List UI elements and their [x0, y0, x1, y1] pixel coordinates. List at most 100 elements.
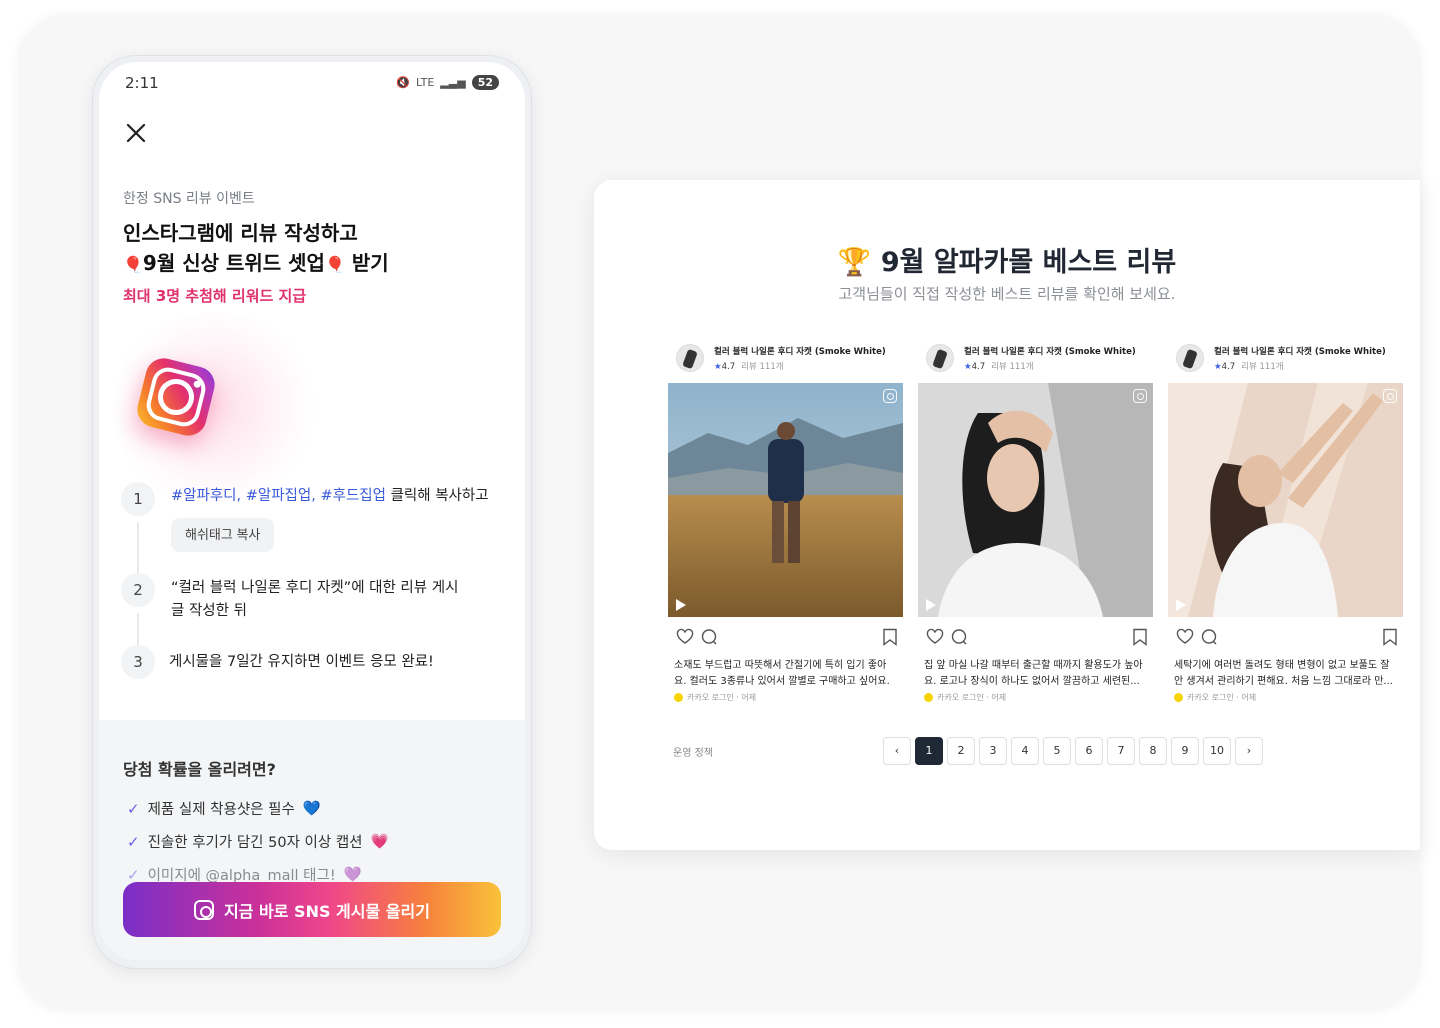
instagram-icon	[1133, 389, 1147, 403]
review-meta: 카카오 로그인 · 어제	[674, 692, 756, 703]
bookmark-icon[interactable]	[1132, 628, 1148, 646]
panel-subtitle: 고객님들이 직접 작성한 베스트 리뷰를 확인해 보세요.	[838, 285, 1176, 303]
bookmark-icon[interactable]	[882, 628, 898, 646]
review-author: 카카오 로그인 · 어제	[687, 693, 757, 702]
policy-link[interactable]: 운영 정책	[673, 744, 713, 759]
step-1-suffix: 클릭해 복사하고	[385, 488, 489, 504]
rating-value: 4.7	[1221, 362, 1236, 372]
card-actions	[1176, 628, 1398, 648]
phone-screen: 2:11 🔇 LTE ▂▃▅ 52 한정 SNS 리뷰 이벤트 인스타그램에 리…	[99, 62, 525, 960]
review-line: 집 앞 마실 나갈 때부터 출근할 때까지 활용도가 높아	[924, 660, 1143, 671]
play-icon[interactable]	[1176, 599, 1186, 611]
page-button[interactable]: 4	[1011, 737, 1039, 765]
page-button[interactable]: 8	[1139, 737, 1167, 765]
review-meta: 카카오 로그인 · 어제	[1174, 692, 1256, 703]
trophy-icon: 🏆	[837, 247, 872, 278]
copy-hashtag-button[interactable]: 해쉬태그 복사	[171, 518, 275, 552]
heart-icon: 💗	[370, 834, 389, 850]
close-icon[interactable]	[123, 120, 149, 146]
comment-icon[interactable]	[1200, 628, 1218, 646]
post-sns-button[interactable]: 지금 바로 SNS 게시물 올리기	[123, 882, 501, 937]
review-line: 요. 로고나 장식이 하나도 없어서 깔끔하고 세련된...	[924, 676, 1140, 687]
review-line: 안 생겨서 관리하기 편해요. 처음 느낌 그대로라 만...	[1174, 676, 1393, 687]
headline-line2-end: 받기	[351, 251, 389, 275]
balloon-icon: 🎈	[123, 255, 143, 274]
step-2-text: “컬러 블럭 나일론 후디 자켓”에 대한 리뷰 게시 글 작성한 뒤	[171, 577, 458, 623]
panel-title-text: 9월 알파카몰 베스트 리뷰	[880, 247, 1177, 278]
play-icon[interactable]	[926, 599, 936, 611]
headline-line2: 🎈9월 신상 트위드 셋업🎈 받기	[123, 248, 389, 280]
product-thumbnail	[926, 344, 954, 372]
review-card[interactable]: 컬러 블럭 나일론 후디 자켓 (Smoke White) ★4.7 리뷰 111…	[1168, 342, 1403, 702]
step-2-line2: 글 작성한 뒤	[171, 603, 247, 619]
portrait-photo	[1168, 383, 1403, 617]
page-button[interactable]: 3	[979, 737, 1007, 765]
comment-icon[interactable]	[700, 628, 718, 646]
play-icon[interactable]	[676, 599, 686, 611]
balloon-icon: 🎈	[324, 255, 345, 274]
comment-icon[interactable]	[950, 628, 968, 646]
bookmark-icon[interactable]	[1382, 628, 1398, 646]
heart-icon[interactable]	[926, 628, 944, 646]
pagination: ‹ 1 2 3 4 5 6 7 8 9 10 ›	[883, 737, 1263, 765]
prev-page-button[interactable]: ‹	[883, 737, 911, 765]
review-photo[interactable]	[918, 383, 1153, 617]
review-photo[interactable]	[668, 383, 903, 617]
review-card[interactable]: 컬러 블럭 나일론 후디 자켓 (Smoke White) ★4.7 리뷰 111…	[668, 342, 903, 702]
page-button[interactable]: 1	[915, 737, 943, 765]
battery-level: 52	[471, 75, 499, 90]
signal-icon: ▂▃▅	[440, 76, 466, 89]
product-name[interactable]: 컬러 블럭 나일론 후디 자켓 (Smoke White)	[1214, 345, 1386, 357]
page-button[interactable]: 7	[1107, 737, 1135, 765]
page-button[interactable]: 9	[1171, 737, 1199, 765]
landscape-photo	[668, 383, 903, 617]
page-button[interactable]: 10	[1203, 737, 1231, 765]
review-text: 집 앞 마실 나갈 때부터 출근할 때까지 활용도가 높아 요. 로고나 장식이…	[924, 658, 1149, 690]
tips-title: 당첨 확률을 올리려면?	[123, 760, 276, 779]
step-3-text: 게시물을 7일간 유지하면 이벤트 응모 완료!	[169, 654, 434, 670]
rating-value: 4.7	[971, 362, 986, 372]
step-number: 2	[121, 573, 155, 607]
best-review-panel: 🏆 9월 알파카몰 베스트 리뷰 고객님들이 직접 작성한 베스트 리뷰를 확인…	[594, 180, 1420, 850]
step-1-text: #알파후디, #알파집업, #후드집업 클릭해 복사하고	[171, 485, 489, 508]
check-icon: ✓	[127, 799, 140, 818]
reward-note: 최대 3명 추첨해 리워드 지급	[123, 287, 307, 305]
review-text: 세탁기에 여러번 돌려도 형태 변형이 없고 보풀도 잘 안 생겨서 관리하기 …	[1174, 658, 1399, 690]
step-connector	[137, 613, 139, 645]
heart-icon: 💙	[302, 801, 321, 817]
review-count: 리뷰 111개	[1241, 362, 1284, 372]
step-number: 1	[121, 482, 155, 516]
product-thumbnail	[1176, 344, 1204, 372]
card-header: 컬러 블럭 나일론 후디 자켓 (Smoke White) ★4.7 리뷰 111…	[1168, 342, 1403, 382]
page-button[interactable]: 5	[1043, 737, 1071, 765]
review-meta: 카카오 로그인 · 어제	[924, 692, 1006, 703]
hashtags: #알파후디, #알파집업, #후드집업	[171, 488, 386, 504]
heart-icon[interactable]	[676, 628, 694, 646]
cta-label: 지금 바로 SNS 게시물 올리기	[224, 901, 430, 921]
status-bar: 2:11 🔇 LTE ▂▃▅ 52	[125, 74, 499, 94]
review-photo[interactable]	[1168, 383, 1403, 617]
tip-text: 제품 실제 착용샷은 필수	[147, 802, 295, 818]
heart-icon[interactable]	[1176, 628, 1194, 646]
network-label: LTE	[416, 76, 435, 89]
star-icon: ★	[1214, 362, 1222, 372]
mute-icon: 🔇	[396, 76, 410, 89]
review-line: 소재도 부드럽고 따뜻해서 간절기에 특히 입기 좋아	[674, 660, 887, 671]
review-card[interactable]: 컬러 블럭 나일론 후디 자켓 (Smoke White) ★4.7 리뷰 111…	[918, 342, 1153, 702]
instagram-icon	[883, 389, 897, 403]
heart-icon: 💜	[343, 867, 362, 883]
instagram-icon	[1383, 389, 1397, 403]
card-header: 컬러 블럭 나일론 후디 자켓 (Smoke White) ★4.7 리뷰 111…	[918, 342, 1153, 382]
next-page-button[interactable]: ›	[1235, 737, 1263, 765]
product-rating: ★4.7 리뷰 111개	[714, 360, 784, 372]
product-name[interactable]: 컬러 블럭 나일론 후디 자켓 (Smoke White)	[964, 345, 1136, 357]
check-icon: ✓	[127, 832, 140, 851]
product-name[interactable]: 컬러 블럭 나일론 후디 자켓 (Smoke White)	[714, 345, 886, 357]
page-button[interactable]: 6	[1075, 737, 1103, 765]
page-button[interactable]: 2	[947, 737, 975, 765]
step-number: 3	[121, 645, 155, 679]
card-actions	[676, 628, 898, 648]
star-icon: ★	[964, 362, 972, 372]
star-icon: ★	[714, 362, 722, 372]
kakao-icon	[674, 693, 683, 702]
